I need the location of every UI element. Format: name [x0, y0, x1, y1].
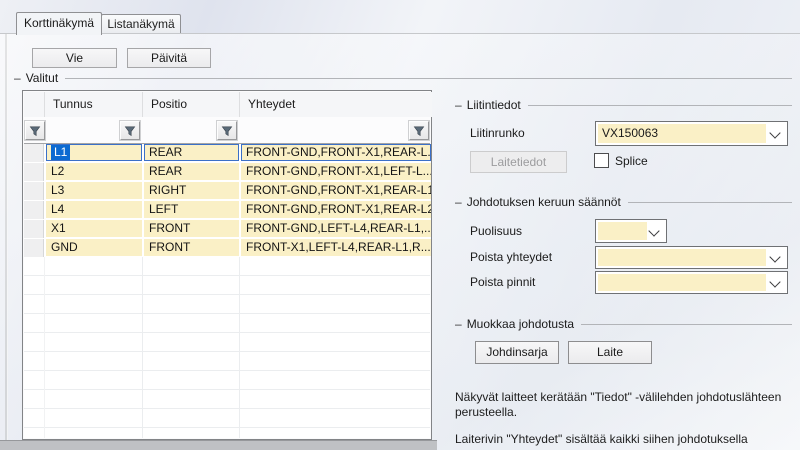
cell-positio[interactable]: FRONT [144, 239, 239, 256]
poista-pinnit-value [598, 274, 766, 291]
tab-korttinakyma[interactable]: Korttinäkymä [16, 12, 102, 35]
tab-listanakyma[interactable]: Listanäkymä [101, 14, 181, 34]
paivita-button[interactable]: Päivitä [127, 48, 211, 68]
splice-checkbox[interactable] [594, 153, 609, 168]
grid-line [239, 257, 240, 438]
column-header-positio[interactable]: Positio [143, 92, 240, 117]
note-yhteydet: Laiterivin "Yhteydet" sisältää kaikki si… [455, 432, 800, 447]
cell-positio[interactable]: FRONT [144, 220, 239, 237]
column-header-yhteydet[interactable]: Yhteydet [240, 92, 432, 117]
johdinsarja-button[interactable]: Johdinsarja [475, 341, 559, 364]
poista-pinnit-combobox[interactable] [595, 271, 788, 294]
filter-button-yhteydet[interactable] [409, 121, 429, 140]
funnel-icon [124, 125, 136, 137]
liitinrunko-label: Liitinrunko [470, 126, 525, 140]
row-header-corner [24, 92, 45, 117]
keruu-group-title: Johdotuksen keruun säännöt [467, 195, 621, 209]
poista-yhteydet-label: Poista yhteydet [470, 250, 552, 264]
chevron-down-icon [648, 225, 659, 236]
row-selector[interactable] [24, 239, 44, 257]
row-selector[interactable] [24, 163, 44, 181]
app-window: Listanäkymä Korttinäkymä Vie Päivitä – V… [0, 0, 800, 450]
cell-yhteydet[interactable]: FRONT-GND,FRONT-X1,REAR-L... [241, 144, 431, 161]
cell-tunnus[interactable]: L2 [46, 163, 142, 180]
cell-positio[interactable]: REAR [144, 144, 239, 161]
liitintiedot-group-title: Liitintiedot [467, 98, 521, 112]
vie-button[interactable]: Vie [32, 48, 117, 68]
laitetiedot-button[interactable]: Laitetiedot [470, 151, 567, 173]
collapse-dash-icon: – [455, 195, 462, 209]
chevron-down-icon [769, 276, 780, 287]
group-rule [628, 202, 792, 203]
selected-cell-text: L1 [51, 145, 70, 160]
table-row[interactable]: L3 RIGHT FRONT-GND,FRONT-X1,REAR-L1 [24, 182, 430, 201]
devices-table[interactable]: Tunnus Positio Yhteydet L1 REAR FRONT-GN… [22, 90, 432, 440]
valitut-group-header: – Valitut [14, 70, 792, 85]
splice-label: Splice [615, 154, 648, 168]
cell-yhteydet[interactable]: FRONT-GND,LEFT-L4,REAR-L1,... [241, 220, 431, 237]
muokkaa-group-header: – Muokkaa johdotusta [455, 316, 792, 331]
table-row[interactable]: L1 REAR FRONT-GND,FRONT-X1,REAR-L... [24, 144, 430, 163]
cell-yhteydet[interactable]: FRONT-GND,FRONT-X1,REAR-L1 [241, 182, 431, 199]
poista-yhteydet-combobox[interactable] [595, 246, 788, 269]
table-row[interactable]: L2 REAR FRONT-GND,FRONT-X1,LEFT-L... [24, 163, 430, 182]
group-rule [581, 324, 792, 325]
row-selector[interactable] [24, 201, 44, 219]
puolisuus-label: Puolisuus [470, 224, 522, 238]
row-selector[interactable] [24, 182, 44, 200]
row-selector[interactable] [24, 220, 44, 238]
tab-label: Listanäkymä [107, 17, 174, 31]
funnel-icon [413, 125, 425, 137]
table-row[interactable]: L4 LEFT FRONT-GND,FRONT-X1,REAR-L2 [24, 201, 430, 220]
chevron-down-icon [769, 251, 780, 262]
note-johdotuslahteet: Näkyvät laitteet kerätään "Tiedot" -väli… [455, 390, 797, 420]
row-selector[interactable] [24, 144, 44, 162]
poista-yhteydet-value [598, 249, 766, 266]
laite-button[interactable]: Laite [568, 341, 652, 364]
puolisuus-combobox[interactable] [595, 219, 667, 243]
tab-label: Korttinäkymä [24, 16, 94, 30]
chevron-down-icon [769, 127, 780, 138]
filter-button-tunnus[interactable] [120, 121, 140, 140]
liitinrunko-value: VX150063 [598, 124, 766, 143]
liitintiedot-group-header: – Liitintiedot [455, 97, 792, 112]
table-header: Tunnus Positio Yhteydet [24, 92, 430, 117]
cell-yhteydet[interactable]: FRONT-GND,FRONT-X1,REAR-L2 [241, 201, 431, 218]
cell-tunnus[interactable]: L4 [46, 201, 142, 218]
muokkaa-group-title: Muokkaa johdotusta [467, 317, 574, 331]
poista-pinnit-label: Poista pinnit [470, 275, 535, 289]
filter-button-positio[interactable] [217, 121, 237, 140]
filter-button-rowheader[interactable] [25, 121, 45, 140]
cell-tunnus[interactable]: L3 [46, 182, 142, 199]
grid-line [44, 257, 45, 438]
collapse-dash-icon: – [14, 71, 21, 85]
keruu-group-header: – Johdotuksen keruun säännöt [455, 194, 792, 209]
filter-row [24, 117, 430, 144]
table-row[interactable]: X1 FRONT FRONT-GND,LEFT-L4,REAR-L1,... [24, 220, 430, 239]
group-rule [65, 78, 792, 79]
empty-grid-area [24, 257, 430, 438]
cell-tunnus[interactable]: GND [46, 239, 142, 256]
cell-positio[interactable]: RIGHT [144, 182, 239, 199]
group-rule [528, 105, 792, 106]
puolisuus-value [598, 222, 647, 240]
cell-positio[interactable]: LEFT [144, 201, 239, 218]
table-row[interactable]: GND FRONT FRONT-X1,LEFT-L4,REAR-L1,R... [24, 239, 430, 258]
funnel-icon [221, 125, 233, 137]
horizontal-scrollbar-area[interactable] [0, 440, 437, 450]
cell-tunnus[interactable]: X1 [46, 220, 142, 237]
collapse-dash-icon: – [455, 317, 462, 331]
cell-yhteydet[interactable]: FRONT-X1,LEFT-L4,REAR-L1,R... [241, 239, 431, 256]
cell-positio[interactable]: REAR [144, 163, 239, 180]
valitut-group-title: Valitut [26, 71, 58, 85]
funnel-icon [29, 125, 41, 137]
cell-tunnus[interactable]: L1 [46, 144, 142, 161]
grid-line [142, 257, 143, 438]
cell-yhteydet[interactable]: FRONT-GND,FRONT-X1,LEFT-L... [241, 163, 431, 180]
liitinrunko-combobox[interactable]: VX150063 [595, 121, 788, 146]
column-header-tunnus[interactable]: Tunnus [45, 92, 143, 117]
collapse-dash-icon: – [455, 98, 462, 112]
